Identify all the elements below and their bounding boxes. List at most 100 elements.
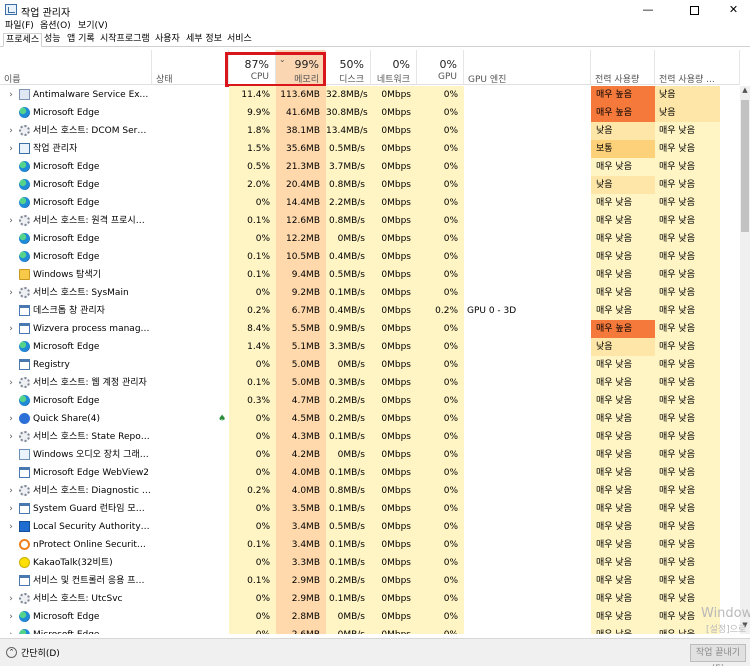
- expand-chevron-icon[interactable]: ›: [6, 482, 16, 500]
- table-row[interactable]: ›서비스 호스트: State Repositor...0%4.3MB0.1MB…: [0, 428, 740, 446]
- end-task-button[interactable]: 작업 끝내기(E): [690, 644, 746, 666]
- power-usage-value: 매우 낮음: [591, 230, 655, 248]
- gpu-value: 0%: [417, 626, 464, 634]
- tab-details[interactable]: 세부 정보: [184, 33, 224, 47]
- column-header-gpu-engine[interactable]: GPU 엔진: [464, 50, 591, 85]
- gpu-value: 0%: [417, 410, 464, 428]
- scroll-thumb[interactable]: [741, 100, 749, 232]
- table-row[interactable]: Microsoft Edge 2.0% 20.4MB 0.8MB/s 0Mbps 0% 낮음…: [0, 176, 740, 194]
- table-row[interactable]: › 작업 관리자 1.5% 35.6MB 0.5MB/s 0Mbps 0% 보통 매우 낮음: [0, 140, 740, 158]
- column-header-memory[interactable]: ⌄ 99% 메모리: [276, 50, 326, 85]
- table-row[interactable]: › Microsoft Edge 0% 2.8MB 0MB/s 0Mbps 0% 매우 낮음 매…: [0, 608, 740, 626]
- column-header-network[interactable]: 0% 네트워크: [371, 50, 417, 85]
- expand-chevron-icon[interactable]: ›: [6, 626, 16, 634]
- expand-chevron-icon[interactable]: ›: [6, 590, 16, 608]
- tab-startup[interactable]: 시작프로그램: [98, 33, 152, 47]
- process-status: [152, 176, 228, 194]
- power-trend-value: 매우 낮음: [655, 230, 720, 248]
- table-row[interactable]: nProtect Online Security Starte... 0.1%3.…: [0, 536, 740, 554]
- table-row[interactable]: Registry 0% 5.0MB 0MB/s 0Mbps 0% 매우 낮음 매우 낮음: [0, 356, 740, 374]
- process-status: [152, 158, 228, 176]
- memory-value: 21.3MB: [276, 158, 326, 176]
- table-row[interactable]: › System Guard 런타임 모니터 ... 0% 3.5MB 0.1MB/s 0…: [0, 500, 740, 518]
- memory-value: 2.6MB: [276, 626, 326, 634]
- column-header-gpu[interactable]: 0% GPU: [417, 50, 464, 85]
- close-button[interactable]: ✕: [717, 0, 750, 20]
- column-header-power[interactable]: 전력 사용량: [591, 50, 655, 85]
- table-row[interactable]: Microsoft Edge 0.5% 21.3MB 3.7MB/s 0Mbps 0% 매우…: [0, 158, 740, 176]
- column-header-disk[interactable]: 50% 디스크: [326, 50, 371, 85]
- menu-view[interactable]: 보기(V): [78, 18, 108, 31]
- column-header-power-trend[interactable]: 전력 사용량 ...: [655, 50, 740, 85]
- maximize-button[interactable]: [671, 0, 717, 20]
- tab-services[interactable]: 서비스: [225, 33, 254, 47]
- power-trend-value: 매우 낮음: [655, 374, 720, 392]
- table-row[interactable]: › Quick Share(4) 0% 4.5MB 0.2MB/s 0Mbps 0% 매우 낮…: [0, 410, 740, 428]
- expand-chevron-icon[interactable]: ›: [6, 374, 16, 392]
- power-trend-value: 매우 낮음: [655, 212, 720, 230]
- tab-app-history[interactable]: 앱 기록: [65, 33, 97, 47]
- disk-value: 0.4MB/s: [326, 248, 371, 266]
- table-row[interactable]: Microsoft Edge WebView2 0% 4.0MB 0.1MB/s 0Mb…: [0, 464, 740, 482]
- table-row[interactable]: ›Local Security Authority Proce...0%3.4M…: [0, 518, 740, 536]
- vertical-scrollbar[interactable]: ▲ ▼: [740, 86, 750, 634]
- table-row[interactable]: Microsoft Edge 0.3% 4.7MB 0.2MB/s 0Mbps 0% 매우 …: [0, 392, 740, 410]
- tab-processes[interactable]: 프로세스: [3, 33, 43, 47]
- expand-chevron-icon[interactable]: ›: [6, 518, 16, 536]
- expand-chevron-icon[interactable]: ›: [6, 410, 16, 428]
- table-row[interactable]: KakaoTalk(32비트) 0% 3.3MB 0.1MB/s 0Mbps 0% 매우 낮…: [0, 554, 740, 572]
- minimize-button[interactable]: —: [625, 0, 671, 20]
- expand-chevron-icon[interactable]: ›: [6, 122, 16, 140]
- tab-performance[interactable]: 성능: [42, 33, 63, 47]
- memory-value: 9.2MB: [276, 284, 326, 302]
- table-row[interactable]: 서비스 및 컨트롤러 응용 프로... 0.1% 2.9MB 0.2MB/s 0Mbps…: [0, 572, 740, 590]
- network-total-percent: 0%: [392, 58, 410, 71]
- cpu-value: 0%: [229, 608, 276, 626]
- table-row[interactable]: › 서비스 호스트: SysMain 0% 9.2MB 0.1MB/s 0Mbps 0% 매우…: [0, 284, 740, 302]
- table-row[interactable]: Windows 오디오 장치 그래프 ... 0% 4.2MB 0MB/s 0Mbps 0…: [0, 446, 740, 464]
- table-row[interactable]: › Antimalware Service Executable 11.4%113.…: [0, 86, 740, 104]
- column-header-cpu[interactable]: 87% CPU: [229, 50, 276, 85]
- expand-chevron-icon[interactable]: ›: [6, 428, 16, 446]
- expand-chevron-icon[interactable]: ›: [6, 140, 16, 158]
- table-row[interactable]: › Wizvera process manager servi... 8.4%5.5…: [0, 320, 740, 338]
- table-row[interactable]: Microsoft Edge 9.9% 41.6MB 30.8MB/s 0Mbps 0% 매…: [0, 104, 740, 122]
- power-usage-value: 낮음: [591, 176, 655, 194]
- expand-chevron-icon[interactable]: ›: [6, 86, 16, 104]
- column-header-name[interactable]: 이름: [0, 50, 152, 85]
- expand-chevron-icon[interactable]: ›: [6, 284, 16, 302]
- table-row[interactable]: Windows 탐색기 0.1% 9.4MB 0.5MB/s 0Mbps 0% 매우 낮음 매…: [0, 266, 740, 284]
- table-row[interactable]: › 서비스 호스트: Diagnostic Poli... 0.2%4.0MB0.8…: [0, 482, 740, 500]
- table-row[interactable]: Microsoft Edge 0.1% 10.5MB 0.4MB/s 0Mbps 0% 매우…: [0, 248, 740, 266]
- table-row[interactable]: Microsoft Edge 0% 14.4MB 2.2MB/s 0Mbps 0% 매우 낮…: [0, 194, 740, 212]
- tab-users[interactable]: 사용자: [153, 33, 182, 47]
- table-row[interactable]: › 서비스 호스트: DCOM Server P... 1.8%38.1MB13.4…: [0, 122, 740, 140]
- menu-file[interactable]: 파일(F): [5, 18, 34, 31]
- expand-chevron-icon[interactable]: ›: [6, 212, 16, 230]
- table-row[interactable]: ›Microsoft Edge0%2.6MB0MB/s0Mbps0%매우 낮음매…: [0, 626, 740, 634]
- process-status: [152, 140, 228, 158]
- expand-chevron-icon[interactable]: ›: [6, 608, 16, 626]
- fewer-details-button[interactable]: ⌃ 간단히(D): [6, 646, 60, 659]
- window-icon: [19, 503, 30, 514]
- expand-chevron-icon: [6, 230, 16, 248]
- table-row[interactable]: Microsoft Edge 1.4% 5.1MB 3.3MB/s 0Mbps 0% 낮음 매…: [0, 338, 740, 356]
- menu-options[interactable]: 옵션(O): [40, 18, 71, 31]
- table-row[interactable]: › 서비스 호스트: UtcSvc 0% 2.9MB 0.1MB/s 0Mbps 0% 매우 …: [0, 590, 740, 608]
- network-value: 0Mbps: [371, 572, 417, 590]
- power-trend-value: 매우 낮음: [655, 446, 720, 464]
- gpu-engine-value: [464, 464, 591, 482]
- expand-chevron-icon[interactable]: ›: [6, 320, 16, 338]
- gpu-engine-value: [464, 554, 591, 572]
- column-header-gpu-label: GPU: [438, 72, 457, 82]
- process-status: [152, 410, 228, 428]
- network-value: 0Mbps: [371, 518, 417, 536]
- table-row[interactable]: 데스크톱 창 관리자 0.2% 6.7MB 0.4MB/s 0Mbps 0.2% GPU 0…: [0, 302, 740, 320]
- table-row[interactable]: Microsoft Edge 0% 12.2MB 0MB/s 0Mbps 0% 매우 낮음 매…: [0, 230, 740, 248]
- column-header-status[interactable]: 상태: [152, 50, 229, 85]
- table-row[interactable]: › 서비스 호스트: 원격 프로시저 ... 0.1% 12.6MB 0.8MB/s 0M…: [0, 212, 740, 230]
- cpu-value: 0.3%: [229, 392, 276, 410]
- table-row[interactable]: › 서비스 호스트: 웹 계정 관리자 0.1% 5.0MB 0.3MB/s 0Mbps 0…: [0, 374, 740, 392]
- expand-chevron-icon[interactable]: ›: [6, 500, 16, 518]
- scroll-up-icon[interactable]: ▲: [740, 86, 750, 98]
